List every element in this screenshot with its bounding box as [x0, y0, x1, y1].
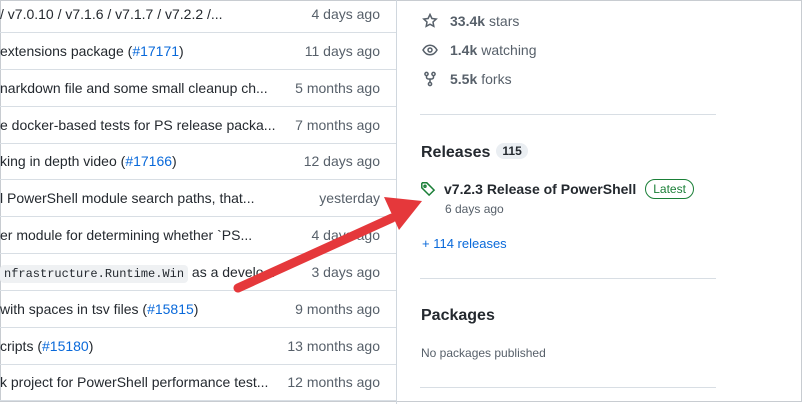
- commit-row[interactable]: king in depth video (#17166) 12 days ago: [0, 143, 396, 180]
- commit-message[interactable]: er module for determining whether `PS...: [0, 217, 275, 253]
- commit-age: 9 months ago: [295, 301, 380, 317]
- issue-link[interactable]: #17166: [125, 153, 172, 169]
- commit-row[interactable]: e docker-based tests for PS release pack…: [0, 107, 396, 144]
- stars-count: 33.4k: [450, 13, 486, 29]
- more-releases-link[interactable]: + 114 releases: [422, 236, 507, 251]
- forks-label: forks: [481, 71, 512, 87]
- commit-age: 7 months ago: [295, 117, 380, 133]
- issue-link[interactable]: #17171: [132, 43, 179, 59]
- commit-row[interactable]: with spaces in tsv files (#15815) 9 mont…: [0, 291, 396, 328]
- commit-message[interactable]: / v7.0.10 / v7.1.6 / v7.1.7 / v7.2.2 /..…: [0, 0, 275, 32]
- tag-icon: [421, 182, 436, 197]
- commit-message[interactable]: king in depth video (#17166): [0, 143, 275, 179]
- commit-row[interactable]: narkdown file and some small cleanup ch.…: [0, 70, 396, 107]
- commit-message[interactable]: k project for PowerShell performance tes…: [0, 364, 275, 400]
- watching-count: 1.4k: [450, 42, 478, 58]
- commit-row[interactable]: l PowerShell module search paths, that..…: [0, 180, 396, 217]
- commit-age: 11 days ago: [304, 43, 380, 59]
- commit-age: 4 days ago: [311, 6, 381, 22]
- commit-row[interactable]: k project for PowerShell performance tes…: [0, 364, 396, 401]
- commit-message[interactable]: extensions package (#17171): [0, 33, 275, 69]
- latest-release[interactable]: v7.2.3 Release of PowerShell Latest: [420, 179, 694, 199]
- forks-link[interactable]: 5.5k forks: [422, 69, 512, 89]
- fork-icon: [424, 71, 436, 87]
- commit-age: 13 months ago: [287, 338, 380, 354]
- release-date: 6 days ago: [445, 202, 504, 216]
- commit-message[interactable]: e docker-based tests for PS release pack…: [0, 107, 275, 143]
- watching-link[interactable]: 1.4k watching: [422, 40, 537, 60]
- divider: [420, 387, 716, 388]
- commit-message[interactable]: cripts (#15180): [0, 328, 275, 364]
- releases-heading[interactable]: Releases 115: [421, 143, 528, 162]
- commit-age: 12 months ago: [287, 374, 380, 390]
- issue-link[interactable]: #15815: [147, 301, 194, 317]
- watching-label: watching: [481, 42, 537, 58]
- commit-message[interactable]: l PowerShell module search paths, that..…: [0, 180, 275, 216]
- packages-heading[interactable]: Packages: [421, 307, 495, 325]
- divider: [420, 278, 716, 279]
- commit-age: 5 months ago: [295, 80, 380, 96]
- commit-row[interactable]: cripts (#15180) 13 months ago: [0, 328, 396, 365]
- commit-row[interactable]: er module for determining whether `PS...…: [0, 217, 396, 254]
- commit-age: 4 days ago: [311, 227, 381, 243]
- star-icon: [422, 13, 438, 28]
- commit-age: yesterday: [319, 190, 380, 206]
- commit-message[interactable]: with spaces in tsv files (#15815): [0, 291, 275, 327]
- commit-row[interactable]: nfrastructure.Runtime.Win as a develo...…: [0, 254, 396, 292]
- commit-row[interactable]: / v7.0.10 / v7.1.6 / v7.1.7 / v7.2.2 /..…: [0, 0, 396, 33]
- stars-link[interactable]: 33.4k stars: [422, 11, 519, 31]
- issue-link[interactable]: #15180: [42, 338, 89, 354]
- eye-icon: [422, 44, 438, 56]
- latest-badge: Latest: [645, 179, 694, 199]
- commit-age: 12 days ago: [303, 153, 380, 169]
- commit-list: / v7.0.10 / v7.1.6 / v7.1.7 / v7.2.2 /..…: [0, 0, 397, 404]
- commit-message[interactable]: nfrastructure.Runtime.Win as a develo...: [0, 254, 275, 292]
- commit-age: 3 days ago: [311, 264, 381, 280]
- commit-message[interactable]: narkdown file and some small cleanup ch.…: [0, 70, 275, 106]
- repo-sidebar: 33.4k stars 1.4k watching 5.5k forks Rel…: [398, 0, 804, 404]
- commit-row[interactable]: extensions package (#17171) 11 days ago: [0, 33, 396, 70]
- divider: [420, 114, 716, 115]
- stars-label: stars: [489, 13, 520, 29]
- no-packages-text: No packages published: [421, 346, 546, 360]
- release-name[interactable]: v7.2.3 Release of PowerShell: [444, 181, 636, 197]
- inline-code: nfrastructure.Runtime.Win: [0, 265, 189, 283]
- forks-count: 5.5k: [450, 71, 478, 87]
- releases-count-badge: 115: [496, 143, 528, 159]
